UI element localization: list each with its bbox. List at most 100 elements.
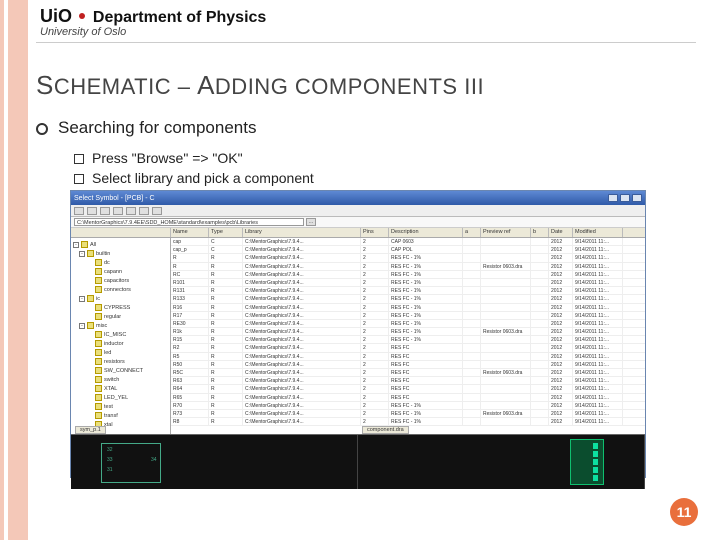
col-pins[interactable]: Pins [361, 228, 389, 237]
tree-node[interactable]: resistors [85, 357, 168, 366]
table-row[interactable]: R5CRC:\MentorGraphics\7.9.4...2RES FCRes… [171, 369, 645, 377]
cell: RC [171, 271, 209, 278]
library-path-input[interactable]: C:\MentorGraphics\7.9.4EE\SDD_HOME\stand… [74, 218, 304, 226]
seal-icon [79, 13, 85, 19]
table-row[interactable]: R5RC:\MentorGraphics\7.9.4...2RES FC2012… [171, 353, 645, 361]
col-7[interactable]: b [531, 228, 549, 237]
close-button[interactable] [632, 194, 642, 202]
toolbar-button[interactable] [100, 207, 110, 215]
tree-node[interactable]: capacitors [85, 276, 168, 285]
cell: C:\MentorGraphics\7.9.4... [243, 254, 361, 261]
table-row[interactable]: R63RC:\MentorGraphics\7.9.4...2RES FC201… [171, 377, 645, 385]
tree-node[interactable]: inductor [85, 339, 168, 348]
library-tree[interactable]: -All-builtindccapanncapacitorsconnectors… [71, 238, 171, 434]
cell [481, 353, 531, 360]
table-row[interactable]: cap_pCC:\MentorGraphics\7.9.4...2CAP POL… [171, 246, 645, 254]
table-row[interactable]: R50RC:\MentorGraphics\7.9.4...2RES FC201… [171, 361, 645, 369]
cell [531, 254, 549, 261]
toolbar-button[interactable] [87, 207, 97, 215]
cell: 2 [361, 304, 389, 311]
cell: 2012 [549, 271, 573, 278]
col-mod[interactable]: Modified [573, 228, 623, 237]
expand-icon[interactable]: - [79, 323, 85, 329]
tree-node[interactable]: test [85, 402, 168, 411]
table-row[interactable]: RCRC:\MentorGraphics\7.9.4...2RES FC - 1… [171, 271, 645, 279]
col-type[interactable]: Type [209, 228, 243, 237]
table-row[interactable]: capCC:\MentorGraphics\7.9.4...2CAP 06032… [171, 238, 645, 246]
col-preview[interactable]: Preview ref [481, 228, 531, 237]
table-row[interactable]: R65RC:\MentorGraphics\7.9.4...2RES FC201… [171, 394, 645, 402]
col-date[interactable]: Date [549, 228, 573, 237]
expand-icon[interactable]: - [73, 242, 79, 248]
maximize-button[interactable] [620, 194, 630, 202]
table-row[interactable]: R64RC:\MentorGraphics\7.9.4...2RES FC201… [171, 385, 645, 393]
cell [463, 263, 481, 270]
tree-node[interactable]: -builtin [79, 249, 168, 258]
component-table[interactable]: capCC:\MentorGraphics\7.9.4...2CAP 06032… [171, 238, 645, 434]
library-browser-window: Select Symbol - [PCB] - C C:\MentorGraph… [70, 190, 646, 478]
tree-node[interactable]: regular [85, 312, 168, 321]
cell [463, 287, 481, 294]
col-desc[interactable]: Description [389, 228, 463, 237]
tree-node[interactable]: - misc [79, 321, 168, 330]
cell: 9/14/2011 11:... [573, 394, 623, 401]
tree-label: XTAL [104, 386, 117, 392]
tree-node[interactable]: capann [85, 267, 168, 276]
minimize-button[interactable] [608, 194, 618, 202]
expand-icon[interactable]: - [79, 251, 85, 257]
cell: RES FC - 1% [389, 279, 463, 286]
tree-node[interactable]: transf [85, 411, 168, 420]
toolbar-button[interactable] [139, 207, 149, 215]
table-row[interactable]: RE30RC:\MentorGraphics\7.9.4...2RES FC -… [171, 320, 645, 328]
table-row[interactable]: R101RC:\MentorGraphics\7.9.4...2RES FC -… [171, 279, 645, 287]
table-row[interactable]: R1kRC:\MentorGraphics\7.9.4...2RES FC - … [171, 328, 645, 336]
tree-node[interactable]: switch [85, 375, 168, 384]
tree-label: misc [96, 323, 107, 329]
window-titlebar[interactable]: Select Symbol - [PCB] - C [71, 191, 645, 205]
symbol-preview[interactable]: sym_p.1 32 33 31 34 [71, 435, 358, 489]
col-name[interactable]: Name [171, 228, 209, 237]
tree-node[interactable]: dc [85, 258, 168, 267]
cell: 2012 [549, 361, 573, 368]
tree-node[interactable]: -All [73, 240, 168, 249]
cell [531, 304, 549, 311]
cell: R5 [171, 353, 209, 360]
cell: RES FC - 1% [389, 312, 463, 319]
col-library[interactable]: Library [243, 228, 361, 237]
institution-header: UiO Department of Physics [40, 6, 266, 27]
table-row[interactable]: R73RC:\MentorGraphics\7.9.4...2RES FC - … [171, 410, 645, 418]
table-row[interactable]: R16RC:\MentorGraphics\7.9.4...2RES FC - … [171, 304, 645, 312]
tree-node[interactable]: SW_CONNECT [85, 366, 168, 375]
cell: R [209, 263, 243, 270]
toolbar-button[interactable] [113, 207, 123, 215]
footprint-preview[interactable]: component.dra [358, 435, 645, 489]
table-row[interactable]: R133RC:\MentorGraphics\7.9.4...2RES FC -… [171, 295, 645, 303]
cell: R [209, 304, 243, 311]
tree-node[interactable]: connectors [85, 285, 168, 294]
cell [481, 271, 531, 278]
tree-node[interactable]: IC_MISC [85, 330, 168, 339]
folder-icon [95, 358, 102, 365]
toolbar-button[interactable] [126, 207, 136, 215]
tree-node[interactable]: led [85, 348, 168, 357]
expand-icon[interactable]: - [79, 296, 85, 302]
col-5[interactable]: a [463, 228, 481, 237]
browse-button[interactable]: ... [306, 218, 316, 226]
table-row[interactable]: R131RC:\MentorGraphics\7.9.4...2RES FC -… [171, 287, 645, 295]
table-row[interactable]: R70RC:\MentorGraphics\7.9.4...2RES FC - … [171, 402, 645, 410]
toolbar-button[interactable] [74, 207, 84, 215]
table-row[interactable]: R2RC:\MentorGraphics\7.9.4...2RES FC2012… [171, 344, 645, 352]
tree-node[interactable]: LED_YEL [85, 393, 168, 402]
tree-node[interactable]: CYPRESS [85, 303, 168, 312]
bullet-sub-1: Press "Browse" => "OK" [74, 150, 243, 166]
table-row[interactable]: RRC:\MentorGraphics\7.9.4...2RES FC - 1%… [171, 254, 645, 262]
toolbar-button[interactable] [152, 207, 162, 215]
table-row[interactable]: RRC:\MentorGraphics\7.9.4...2RES FC - 1%… [171, 263, 645, 271]
cell: 9/14/2011 11:... [573, 402, 623, 409]
tree-node[interactable]: XTAL [85, 384, 168, 393]
cell: 2 [361, 353, 389, 360]
tree-label: switch [104, 377, 119, 383]
table-row[interactable]: R17RC:\MentorGraphics\7.9.4...2RES FC - … [171, 312, 645, 320]
table-row[interactable]: R15RC:\MentorGraphics\7.9.4...2RES FC - … [171, 336, 645, 344]
tree-node[interactable]: -ic [79, 294, 168, 303]
